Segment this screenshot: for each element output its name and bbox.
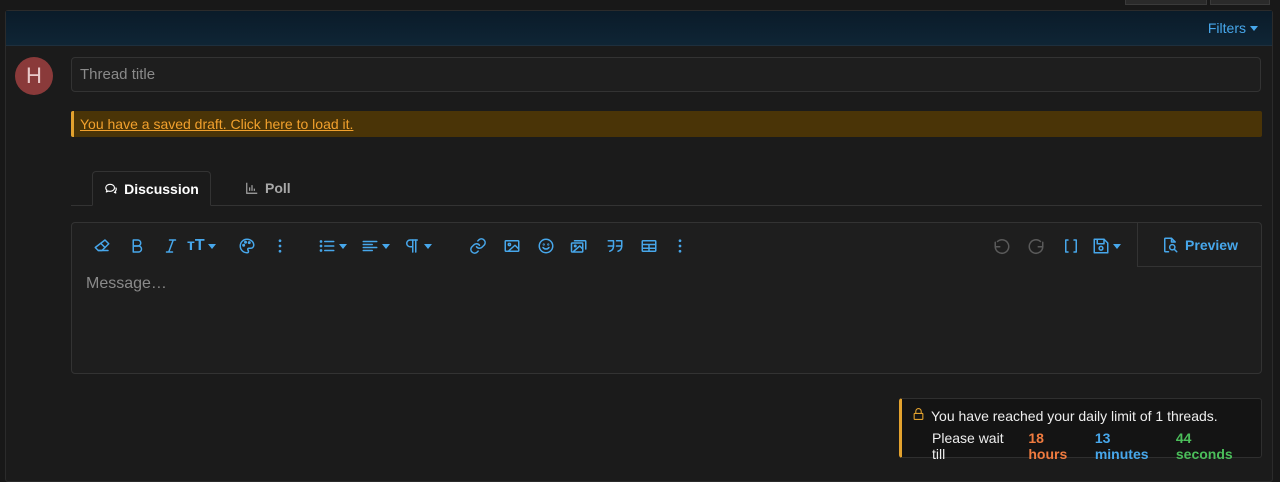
image-icon [504, 240, 520, 252]
font-size-button[interactable]: тT [187, 235, 216, 257]
link-icon [470, 238, 486, 254]
list-icon [319, 240, 335, 252]
clear-formatting-button[interactable] [93, 235, 111, 257]
caret-down-icon [339, 243, 347, 249]
avatar-initial: H [26, 63, 42, 88]
paragraph-button[interactable] [403, 235, 432, 257]
save-icon [1093, 238, 1109, 254]
filters-label: Filters [1207, 20, 1246, 36]
quote-button[interactable] [606, 235, 624, 257]
caret-down-icon [207, 243, 216, 249]
wait-prefix: Please wait till [932, 430, 1004, 462]
italic-button[interactable] [162, 235, 180, 257]
list-button[interactable] [318, 235, 347, 257]
insert-image-button[interactable] [503, 235, 521, 257]
caret-down-icon [1113, 243, 1121, 249]
brackets-icon [1065, 239, 1077, 253]
tab-discussion[interactable]: Discussion [92, 171, 211, 206]
undo-button[interactable] [993, 235, 1011, 257]
top-button-stub[interactable] [1210, 0, 1270, 5]
undo-icon [994, 239, 1010, 255]
caret-down-icon [382, 243, 390, 249]
panel-header: Filters [6, 11, 1272, 46]
smile-icon [538, 238, 554, 254]
text-color-button[interactable] [238, 235, 256, 257]
tab-poll-label: Poll [265, 180, 291, 196]
redo-button[interactable] [1027, 235, 1045, 257]
bar-chart-icon [246, 182, 258, 194]
tab-discussion-label: Discussion [124, 180, 199, 197]
palette-icon [239, 238, 255, 254]
redo-icon [1028, 239, 1044, 255]
eraser-icon [94, 239, 110, 252]
more-vertical-icon [278, 239, 282, 253]
bold-icon [132, 239, 143, 253]
insert-table-button[interactable] [640, 235, 658, 257]
italic-icon [165, 239, 177, 253]
insert-media-button[interactable] [570, 235, 588, 257]
bold-button[interactable] [128, 235, 146, 257]
tab-poll[interactable]: Poll [245, 171, 291, 205]
align-left-icon [362, 240, 378, 252]
align-button[interactable] [361, 235, 390, 257]
wait-seconds: 44 seconds [1175, 430, 1233, 462]
saved-draft-notice: You have a saved draft. Click here to lo… [71, 111, 1262, 137]
caret-down-icon [1250, 25, 1258, 31]
insert-link-button[interactable] [469, 235, 487, 257]
drafts-button[interactable] [1092, 235, 1121, 257]
quote-icon [607, 240, 623, 252]
editor-tabs: Discussion Poll [71, 171, 1262, 206]
limit-message: You have reached your daily limit of 1 t… [931, 407, 1218, 424]
font-size-icon: тT [187, 237, 205, 254]
wait-minutes: 13 minutes [1094, 430, 1149, 462]
more-vertical-icon [678, 239, 682, 253]
toggle-bbcode-button[interactable] [1062, 235, 1080, 257]
media-gallery-icon [570, 240, 587, 253]
editor-toolbar: тT Preview [72, 223, 1261, 267]
more-text-options-button[interactable] [271, 235, 289, 257]
wait-hours: 18 hours [1028, 430, 1068, 462]
preview-button[interactable]: Preview [1137, 223, 1261, 267]
lock-icon [912, 407, 925, 424]
message-input[interactable] [84, 273, 1128, 367]
load-draft-link[interactable]: You have a saved draft. Click here to lo… [80, 116, 353, 132]
preview-icon [1164, 237, 1178, 252]
avatar[interactable]: H [15, 57, 53, 95]
thread-title-input[interactable] [71, 57, 1261, 92]
comments-icon [105, 183, 117, 194]
table-icon [641, 240, 657, 252]
insert-smilie-button[interactable] [537, 235, 555, 257]
message-editor: тT Preview Message… [71, 222, 1262, 374]
preview-label: Preview [1185, 236, 1238, 253]
thread-limit-notice: You have reached your daily limit of 1 t… [899, 398, 1262, 462]
caret-down-icon [424, 243, 432, 249]
more-insert-options-button[interactable] [671, 235, 689, 257]
paragraph-icon [406, 239, 418, 253]
filters-button[interactable]: Filters [1208, 20, 1258, 36]
top-button-stub[interactable] [1125, 0, 1207, 5]
